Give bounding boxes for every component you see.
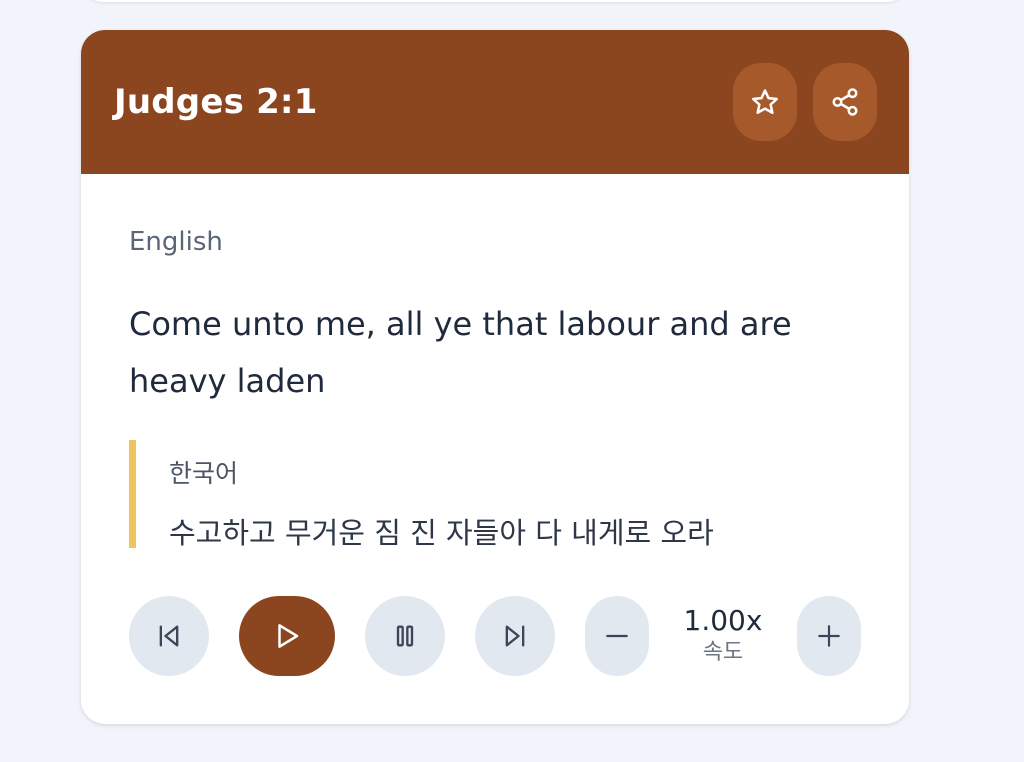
verse-card: Judges 2:1 English Come unto me, all ye [81,30,909,724]
previous-card-edge [81,0,909,2]
translation-text: 수고하고 무거운 짐 진 자들아 다 내게로 오라 [169,516,714,550]
translation-block: 한국어 수고하고 무거운 짐 진 자들아 다 내게로 오라 [129,440,849,550]
translation-language-label: 한국어 [169,459,239,488]
speed-value: 1.00x [683,604,763,637]
skip-forward-icon [501,622,529,650]
plus-icon [816,623,842,649]
speed-label: 속도 [702,640,744,665]
verse-card-header: Judges 2:1 [81,30,909,174]
favorite-button[interactable] [733,63,797,141]
next-verse-button[interactable] [475,596,555,676]
star-icon [750,87,780,117]
verse-reference-title: Judges 2:1 [114,82,318,122]
share-button[interactable] [813,63,877,141]
verse-text: Come unto me, all ye that labour and are… [129,305,792,400]
primary-language-label: English [129,227,223,257]
play-icon [272,621,302,651]
pause-button[interactable] [365,596,445,676]
playback-speed: 1.00x 속도 [671,604,775,668]
pause-icon [391,622,419,650]
increase-speed-button[interactable] [797,596,861,676]
minus-icon [604,623,630,649]
share-icon [830,87,860,117]
decrease-speed-button[interactable] [585,596,649,676]
skip-back-icon [155,622,183,650]
play-button[interactable] [239,596,335,676]
previous-verse-button[interactable] [129,596,209,676]
